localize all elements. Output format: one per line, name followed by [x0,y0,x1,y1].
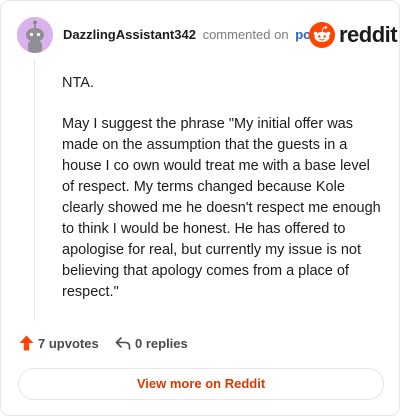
avatar[interactable] [17,17,53,53]
view-more-button[interactable]: View more on Reddit [18,368,384,400]
thread-line [34,59,35,321]
commented-on-text: commented on [202,27,289,42]
reddit-logo[interactable]: reddit [309,22,398,48]
upvote-count: 7 upvotes [38,336,99,351]
comment-body: NTA. May I suggest the phrase "My initia… [62,73,382,323]
username[interactable]: DazzlingAssistant342 [63,27,196,42]
comment-meta: DazzlingAssistant342 commented on post [63,27,323,43]
reddit-comment-card: DazzlingAssistant342 commented on post r… [0,0,400,416]
reddit-alien-icon [309,22,335,48]
snoo-avatar-icon [17,17,53,53]
upvote-arrow-icon [19,335,34,351]
replies-count: 0 replies [135,336,188,351]
reddit-wordmark: reddit [339,22,398,47]
comment-paragraph: NTA. [62,75,94,91]
reply-arrow-icon [115,337,131,350]
comment-paragraph: May I suggest the phrase "My initial off… [62,116,381,300]
comment-header: DazzlingAssistant342 commented on post r… [17,17,398,53]
